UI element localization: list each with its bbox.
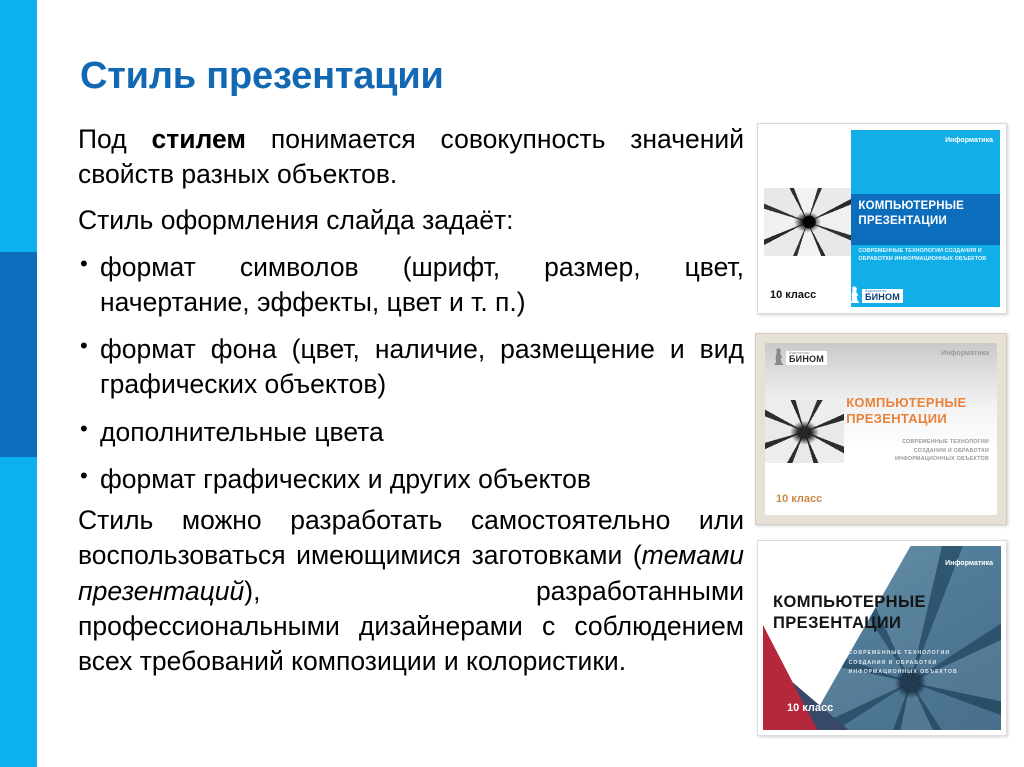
publisher-name-label: БИНОМ [864,292,900,302]
publisher-wordmark: Издательство БИНОМ [786,350,827,365]
cover-title: КОМПЬЮТЕРНЫЕ ПРЕЗЕНТАЦИИ [846,395,993,429]
bird-icon [774,348,784,365]
publisher-wordmark: Издательство БИНОМ [861,288,903,303]
cover-grade-label: 10 класс [787,702,834,714]
cover-grade-label: 10 класс [770,289,817,301]
cover-subject-label: Информатика [945,560,993,567]
slide-body: Под стилем понимается совокупность значе… [78,122,744,679]
left-accent-stripe [0,0,37,767]
cover-artwork: Информатика КОМПЬЮТЕРНЫЕ ПРЕЗЕНТАЦИИ СОВ… [763,546,1001,730]
cover-title-line-2: ПРЕЗЕНТАЦИИ [846,411,948,427]
bullet-dot-icon: • [80,462,88,488]
book-cover-thumbnail-grey[interactable]: Издательство БИНОМ Информатика КОМПЬЮТЕР… [755,333,1007,525]
cover-title-line-2: ПРЕЗЕНТАЦИИ [858,214,947,227]
fan-photo-icon [764,188,852,256]
paragraph-1-prefix: Под [78,124,152,154]
paragraph-closing: Стиль можно разработать самостоятельно и… [78,503,744,679]
list-item: • дополнительные цвета [78,415,744,450]
paragraph-1-bold-term: стилем [151,124,247,154]
cover-subtitle: СОВРЕМЕННЫЕ ТЕХНОЛОГИИ СОЗДАНИЯ И ОБРАБО… [858,247,994,263]
stripe-segment-bottom [0,457,37,767]
publisher-name-label: БИНОМ [789,354,824,364]
list-item: • формат графических и других объектов [78,462,744,497]
book-cover-thumbnail-navy[interactable]: Информатика КОМПЬЮТЕРНЫЕ ПРЕЗЕНТАЦИИ СОВ… [757,540,1007,736]
cover-subtitle-line-2: ОБРАБОТКИ ИНФОРМАЦИОННЫХ ОБЪЕКТОВ [858,255,987,262]
paragraph-definition: Под стилем понимается совокупность значе… [78,122,744,192]
cover-subtitle: СОВРЕМЕННЫЕ ТЕХНОЛОГИИ СОЗДАНИЯ И ОБРАБО… [854,438,989,465]
fan-photo-icon [765,399,844,464]
bird-icon [850,286,860,303]
list-item: • формат фона (цвет, наличие, размещение… [78,332,744,402]
list-item-label: формат графических и других объектов [100,463,591,494]
bullet-dot-icon: • [80,250,88,276]
cover-subject-label: Информатика [945,137,993,144]
cover-title: КОМПЬЮТЕРНЫЕ ПРЕЗЕНТАЦИИ [773,592,926,634]
stripe-segment-middle [0,252,37,457]
style-properties-list: • формат символов (шрифт, размер, цвет, … [78,250,744,497]
cover-artwork: Информатика КОМПЬЮТЕРНЫЕ ПРЕЗЕНТАЦИИ СОВ… [764,130,1000,307]
bullet-dot-icon: • [80,415,88,441]
list-item-label: дополнительные цвета [100,416,384,447]
paragraph-lead-in: Стиль оформления слайда задаёт: [78,205,514,236]
cover-subject-label: Информатика [941,350,989,357]
publisher-logo: Издательство БИНОМ [849,286,903,303]
bullet-dot-icon: • [80,333,88,359]
list-item-label: формат фона (цвет, наличие, размещение и… [100,334,744,400]
list-item: • формат символов (шрифт, размер, цвет, … [78,250,744,320]
cover-subtitle-line-3: ИНФОРМАЦИОННЫХ ОБЪЕКТОВ [848,669,958,676]
book-cover-thumbnail-blue[interactable]: Информатика КОМПЬЮТЕРНЫЕ ПРЕЗЕНТАЦИИ СОВ… [757,123,1007,314]
cover-subtitle-line-3: ИНФОРМАЦИОННЫХ ОБЪЕКТОВ [894,456,989,463]
cover-subtitle-line-1: СОВРЕМЕННЫЕ ТЕХНОЛОГИИ [902,438,989,445]
cover-title-line-1: КОМПЬЮТЕРНЫЕ [773,593,926,611]
cover-subtitle: СОВРЕМЕННЫЕ ТЕХНОЛОГИИ СОЗДАНИЯ И ОБРАБО… [849,649,993,678]
cover-title-line-2: ПРЕЗЕНТАЦИИ [773,614,902,633]
stripe-segment-top [0,0,37,252]
cover-subtitle-line-2: СОЗДАНИЯ И ОБРАБОТКИ [848,659,938,666]
publisher-logo: Издательство БИНОМ [773,348,827,365]
list-item-label: формат символов (шрифт, размер, цвет, на… [100,251,744,317]
page-title: Стиль презентации [80,55,444,98]
cover-subtitle-line-1: СОВРЕМЕННЫЕ ТЕХНОЛОГИИ [848,650,951,657]
cover-subtitle-line-1: СОВРЕМЕННЫЕ ТЕХНОЛОГИИ СОЗДАНИЯ И [858,247,982,254]
cover-title-line-1: КОМПЬЮТЕРНЫЕ [846,394,967,410]
cover-subtitle-line-2: СОЗДАНИЯ И ОБРАБОТКИ [913,447,989,454]
cover-artwork: Издательство БИНОМ Информатика КОМПЬЮТЕР… [765,343,997,515]
cover-title-line-1: КОМПЬЮТЕРНЫЕ [858,200,965,213]
cover-title: КОМПЬЮТЕРНЫЕ ПРЕЗЕНТАЦИИ [858,199,964,228]
cover-grade-label: 10 класс [776,493,823,505]
